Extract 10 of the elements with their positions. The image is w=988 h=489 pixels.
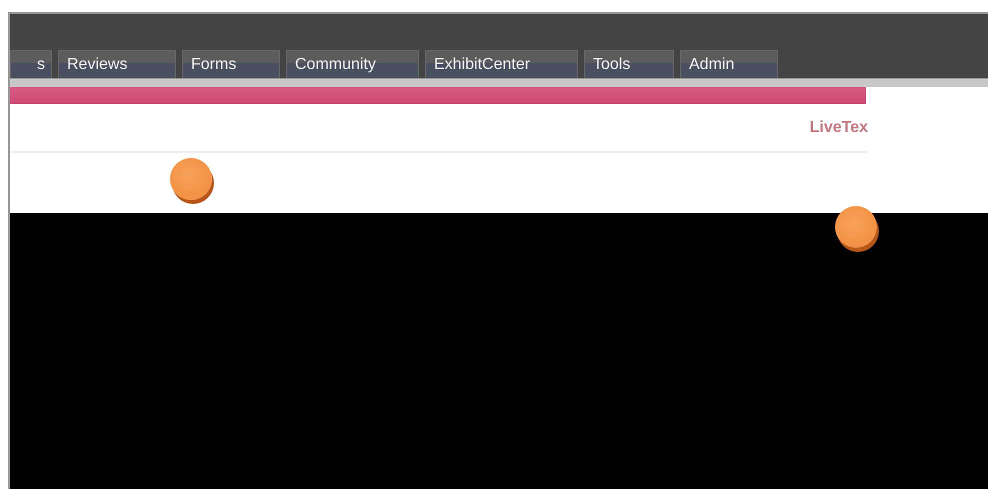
nav-tab[interactable]: Admin	[680, 50, 778, 78]
nav-tab[interactable]: s	[10, 50, 52, 78]
brand-text: LiveTex	[810, 118, 868, 136]
nav-tab[interactable]: Tools	[584, 50, 674, 78]
nav-tab[interactable]: Forms	[182, 50, 280, 78]
marker-dot[interactable]	[170, 158, 212, 200]
marker-dot[interactable]	[835, 206, 877, 248]
nav-tab[interactable]: Reviews	[58, 50, 176, 78]
nav-tab[interactable]: Community	[286, 50, 419, 78]
nav-tab[interactable]: ExhibitCenter	[425, 50, 578, 78]
